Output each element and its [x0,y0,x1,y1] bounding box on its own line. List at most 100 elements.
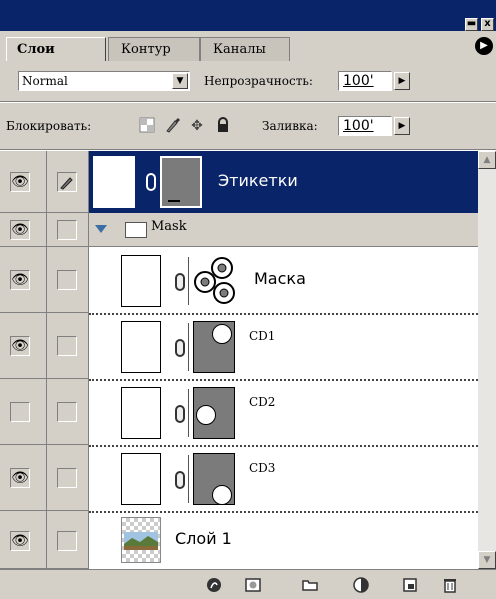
empty-link-box[interactable] [57,531,77,551]
layer-mask-thumbnail[interactable] [193,387,235,439]
eye-icon[interactable]: 👁 [10,220,30,240]
layer-name[interactable]: CD1 [249,329,275,343]
link-icon[interactable] [146,173,156,191]
link-icon[interactable] [175,273,185,291]
visibility-toggle[interactable]: 👁 [0,445,47,511]
eye-icon[interactable]: 👁 [10,172,30,192]
layer-content[interactable]: Слой 1 [89,511,478,569]
link-toggle[interactable] [47,379,89,445]
layer-thumbnail[interactable] [121,453,161,505]
layer-list-scrollbar[interactable]: ▲ ▼ [478,151,496,569]
palette-menu-button[interactable]: ▶ [475,37,493,55]
group-content[interactable]: Mask [89,213,478,247]
eye-icon[interactable]: 👁 [10,270,30,290]
eye-icon[interactable]: 👁 [10,531,30,551]
trash-icon[interactable] [441,576,459,594]
visibility-toggle[interactable]: 👁 [0,151,47,213]
fill-input[interactable]: 100' [338,116,392,136]
minimize-button[interactable]: ▬ [465,18,478,31]
dotted-separator [89,445,478,447]
layers-palette: ▬ x Слои Контур Каналы ▶ Normal ▼ Непроз… [0,0,496,599]
link-brush-toggle[interactable] [47,151,89,213]
layer-row-sloy1[interactable]: 👁 Слой 1 [0,511,478,569]
link-toggle[interactable] [47,247,89,313]
opacity-slider-button[interactable]: ▶ [394,72,410,90]
brush-icon[interactable] [164,117,182,135]
lock-transparent-icon[interactable] [138,117,156,135]
dotted-separator [89,313,478,315]
tab-channels[interactable]: Каналы [200,37,290,61]
opacity-label: Непрозрачность: [204,74,313,88]
palette-title-bar[interactable]: ▬ x [0,0,496,31]
layer-thumbnail[interactable] [93,156,135,208]
layer-row-etiketki[interactable]: 👁 Этикетки [0,151,478,213]
layer-row-cd1[interactable]: 👁 CD1 [0,313,478,379]
layer-content[interactable]: Маска [89,247,478,313]
tab-strip: Слои Контур Каналы ▶ [0,31,496,61]
lock-row: Блокировать: ✥ Заливка: 100' ▶ [0,103,496,149]
layer-style-icon[interactable] [205,576,223,594]
tab-layers[interactable]: Слои [6,37,106,61]
palette-footer-toolbar [0,569,496,599]
layer-content[interactable]: Этикетки [89,151,478,213]
fill-slider-button[interactable]: ▶ [394,117,410,135]
scroll-down-button[interactable]: ▼ [478,551,496,569]
layer-thumbnail[interactable] [121,321,161,373]
layer-row-cd2[interactable]: CD2 [0,379,478,445]
layer-row-cd3[interactable]: 👁 CD3 [0,445,478,511]
layer-name[interactable]: Маска [254,269,306,288]
layer-list: 👁 Этикетки 👁 Mask 👁 Маска 👁 CD1 CD2 👁 CD… [0,151,478,569]
visibility-toggle[interactable]: 👁 [0,511,47,569]
link-toggle[interactable] [47,511,89,569]
link-toggle[interactable] [47,213,89,247]
visibility-toggle[interactable]: 👁 [0,213,47,247]
new-layer-icon[interactable] [401,576,419,594]
visibility-toggle[interactable]: 👁 [0,313,47,379]
blend-mode-select[interactable]: Normal ▼ [18,71,190,91]
empty-link-box[interactable] [57,468,77,488]
layer-mask-thumbnail[interactable] [193,255,239,307]
brush-icon[interactable] [57,172,77,192]
link-icon[interactable] [175,339,185,357]
layer-thumbnail[interactable] [121,255,161,307]
layer-mask-thumbnail[interactable] [193,321,235,373]
adjustment-layer-icon[interactable] [352,576,370,594]
layer-name[interactable]: Этикетки [218,171,298,190]
chevron-down-icon[interactable]: ▼ [172,73,188,89]
eye-icon[interactable]: 👁 [10,336,30,356]
padlock-icon[interactable] [214,117,232,135]
empty-link-box[interactable] [57,402,77,422]
layer-row-mask-group[interactable]: 👁 Mask [0,213,478,247]
layer-content[interactable]: CD1 [89,313,478,379]
opacity-input[interactable]: 100' [338,71,392,91]
layer-mask-thumbnail[interactable] [160,156,202,208]
link-toggle[interactable] [47,445,89,511]
layer-thumbnail[interactable] [121,387,161,439]
scroll-up-button[interactable]: ▲ [478,151,496,169]
link-icon[interactable] [175,405,185,423]
group-name[interactable]: Mask [151,219,187,234]
new-group-icon[interactable] [301,576,319,594]
expand-triangle-icon[interactable] [95,225,107,233]
tab-paths[interactable]: Контур [108,37,200,61]
layer-content[interactable]: CD2 [89,379,478,445]
layer-name[interactable]: Слой 1 [175,529,232,548]
visibility-toggle[interactable]: 👁 [0,247,47,313]
empty-link-box[interactable] [57,270,77,290]
layer-mask-thumbnail[interactable] [193,453,235,505]
empty-visibility-box[interactable] [10,402,30,422]
layer-name[interactable]: CD2 [249,395,275,409]
image-thumbnail[interactable] [121,517,161,563]
layer-name[interactable]: CD3 [249,461,275,475]
layer-content[interactable]: CD3 [89,445,478,511]
layer-row-maska[interactable]: 👁 Маска [0,247,478,313]
close-button[interactable]: x [481,18,494,31]
move-icon[interactable]: ✥ [188,117,206,135]
empty-link-box[interactable] [57,220,77,240]
eye-icon[interactable]: 👁 [10,468,30,488]
visibility-toggle[interactable] [0,379,47,445]
link-icon[interactable] [175,471,185,489]
empty-link-box[interactable] [57,336,77,356]
add-mask-icon[interactable] [244,576,262,594]
link-toggle[interactable] [47,313,89,379]
